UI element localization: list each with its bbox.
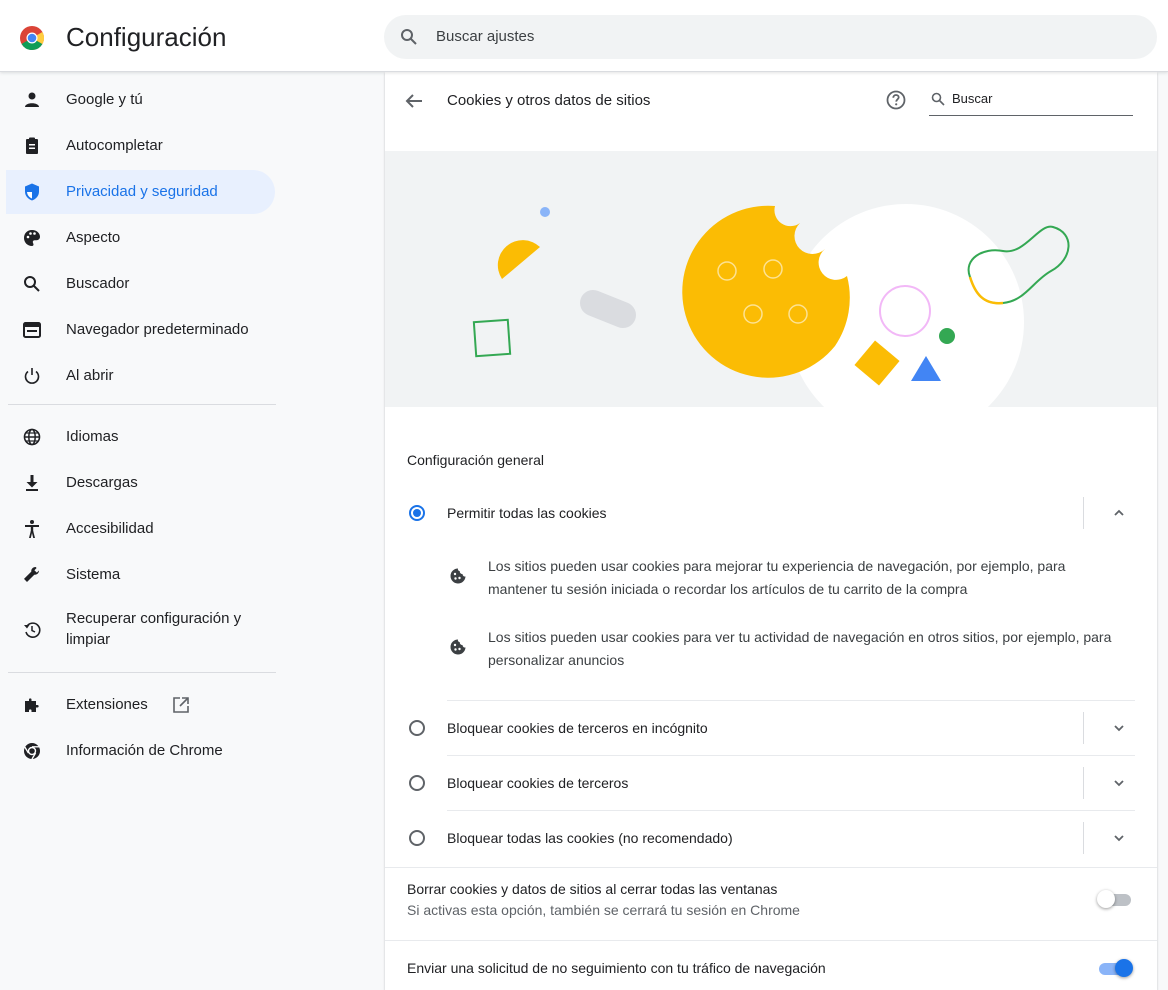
option-label: Bloquear cookies de terceros en incógnit…: [447, 720, 708, 736]
sidebar-item-autofill[interactable]: Autocompletar: [6, 124, 275, 168]
globe-icon: [23, 428, 41, 446]
sidebar-item-label: Descargas: [66, 474, 138, 491]
sidebar-item-label: Google y tú: [66, 91, 143, 108]
chrome-logo-icon: [20, 26, 44, 50]
sidebar-item-label: Navegador predeterminado: [66, 321, 249, 338]
sidebar-item-label: Buscador: [66, 275, 130, 292]
sidebar-item-search-engine[interactable]: Buscador: [6, 262, 275, 306]
toggle-label: Enviar una solicitud de no seguimiento c…: [407, 960, 826, 976]
sidebar-item-appearance[interactable]: Aspecto: [6, 216, 275, 260]
page-search[interactable]: Buscar: [929, 86, 1133, 116]
person-icon: [25, 92, 39, 107]
option-label: Bloquear cookies de terceros: [447, 775, 629, 791]
sidebar-item-label: Al abrir: [66, 367, 114, 384]
sidebar-item-extensions[interactable]: Extensiones: [6, 683, 275, 727]
sidebar-item-label: Recuperar configuración y limpiar: [66, 610, 242, 648]
sidebar-item-languages[interactable]: Idiomas: [6, 415, 275, 459]
app-title: Configuración: [66, 22, 227, 52]
option-block-third-party[interactable]: Bloquear cookies de terceros: [407, 755, 1135, 811]
radio-button[interactable]: [409, 830, 425, 846]
top-bar: Configuración Buscar ajustes: [0, 0, 1168, 72]
search-icon: [931, 92, 945, 106]
radio-button[interactable]: [409, 720, 425, 736]
cookies-settings-card: Cookies y otros datos de sitios Buscar C…: [385, 72, 1157, 990]
option-label: Permitir todas las cookies: [447, 505, 607, 521]
toggle-switch[interactable]: [1097, 890, 1133, 908]
cookies-illustration: [385, 151, 1157, 407]
toggle-switch[interactable]: [1097, 959, 1133, 977]
cookie-detail-text: Los sitios pueden usar cookies para ver …: [488, 629, 1112, 668]
help-icon[interactable]: [885, 89, 907, 111]
toggle-sublabel: Si activas esta opción, también se cerra…: [407, 902, 800, 918]
sidebar-item-reset[interactable]: Recuperar configuración y limpiar: [6, 602, 275, 658]
sidebar-item-downloads[interactable]: Descargas: [6, 461, 275, 505]
cookie-icon: [450, 568, 466, 584]
puzzle-icon: [25, 698, 39, 712]
chevron-down-icon[interactable]: [1111, 720, 1127, 736]
sidebar-item-label: Accesibilidad: [66, 520, 154, 537]
accessibility-icon: [25, 520, 39, 538]
search-icon: [24, 276, 40, 292]
option-allow-all-cookies[interactable]: Permitir todas las cookies: [407, 485, 1135, 541]
option-block-third-party-incognito[interactable]: Bloquear cookies de terceros en incógnit…: [407, 700, 1135, 756]
sidebar-item-about-chrome[interactable]: Información de Chrome: [6, 729, 275, 773]
download-icon: [26, 475, 38, 491]
sidebar-item-label: Privacidad y seguridad: [66, 183, 218, 200]
page-search-input[interactable]: Buscar: [952, 91, 992, 106]
search-icon: [401, 29, 417, 45]
sidebar-divider: [8, 404, 276, 405]
sidebar-item-label: Idiomas: [66, 428, 119, 445]
option-separator: [1083, 497, 1084, 529]
sidebar-item-label: Información de Chrome: [66, 742, 223, 759]
option-label: Bloquear todas las cookies (no recomenda…: [447, 830, 733, 846]
sidebar-item-on-startup[interactable]: Al abrir: [6, 354, 275, 398]
option-separator: [1083, 767, 1084, 799]
radio-button[interactable]: [409, 505, 425, 521]
toggle-label: Borrar cookies y datos de sitios al cerr…: [407, 881, 778, 897]
sidebar-divider: [8, 672, 276, 673]
power-icon: [24, 368, 40, 384]
sidebar-item-system[interactable]: Sistema: [6, 553, 275, 597]
restore-icon: [24, 622, 41, 638]
back-arrow-icon[interactable]: [403, 90, 425, 112]
sidebar-item-label: Autocompletar: [66, 137, 163, 154]
palette-icon: [24, 230, 40, 246]
radio-button[interactable]: [409, 775, 425, 791]
sidebar-item-accessibility[interactable]: Accesibilidad: [6, 507, 275, 551]
toggle-clear-on-exit[interactable]: Borrar cookies y datos de sitios al cerr…: [385, 868, 1157, 928]
sidebar-item-label: Aspecto: [66, 229, 121, 246]
shield-icon: [25, 183, 39, 201]
cookie-detail-text: Los sitios pueden usar cookies para mejo…: [488, 558, 1066, 597]
cookie-icon: [450, 639, 466, 655]
page-title: Cookies y otros datos de sitios: [447, 92, 651, 109]
chevron-down-icon[interactable]: [1111, 775, 1127, 791]
wrench-icon: [24, 567, 39, 582]
chrome-icon: [24, 743, 40, 760]
settings-search[interactable]: Buscar ajustes: [384, 15, 1157, 59]
sidebar-item-google[interactable]: Google y tú: [6, 78, 275, 122]
sidebar-item-default-browser[interactable]: Navegador predeterminado: [6, 308, 275, 352]
option-separator: [1083, 712, 1084, 744]
option-separator: [1083, 822, 1084, 854]
clipboard-icon: [26, 137, 38, 154]
sidebar-item-privacy[interactable]: Privacidad y seguridad: [6, 170, 275, 214]
external-link-icon: [173, 697, 189, 713]
sidebar-item-label: Sistema: [66, 566, 121, 583]
section-title: Configuración general: [407, 452, 544, 468]
option-block-all-cookies[interactable]: Bloquear todas las cookies (no recomenda…: [407, 810, 1135, 866]
chevron-down-icon[interactable]: [1111, 830, 1127, 846]
sidebar-item-label: Extensiones: [66, 696, 148, 713]
chevron-up-icon[interactable]: [1111, 505, 1127, 521]
browser-icon: [23, 322, 41, 338]
search-input[interactable]: Buscar ajustes: [436, 28, 534, 45]
cookie-detail-item: Los sitios pueden usar cookies para ver …: [447, 626, 1111, 676]
toggle-do-not-track[interactable]: Enviar una solicitud de no seguimiento c…: [385, 941, 1157, 990]
cookie-detail-item: Los sitios pueden usar cookies para mejo…: [447, 555, 1107, 605]
